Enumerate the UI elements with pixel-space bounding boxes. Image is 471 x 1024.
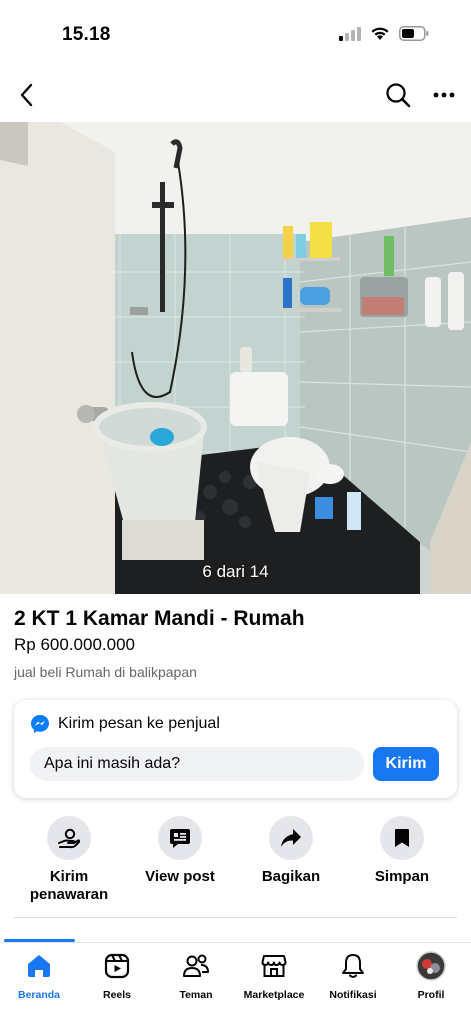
nav-bar [0, 72, 471, 118]
save-button[interactable]: Simpan [347, 816, 457, 886]
photo-counter: 6 dari 14 [202, 562, 269, 581]
messenger-icon [31, 715, 49, 733]
tab-reels[interactable]: Reels [78, 951, 156, 1001]
bathroom-photo-image [0, 122, 471, 594]
message-card-title: Kirim pesan ke penjual [58, 715, 220, 732]
friends-icon [181, 951, 211, 981]
listing-photo[interactable]: 6 dari 14 [0, 122, 471, 594]
send-offer-button[interactable]: Kirim penawaran [14, 816, 124, 904]
more-dots-icon [433, 92, 455, 98]
tab-label: Notifikasi [329, 989, 377, 1001]
action-circle [47, 816, 91, 860]
send-button[interactable]: Kirim [373, 747, 439, 781]
tab-label: Reels [102, 989, 132, 1001]
tab-label: Teman [179, 989, 213, 1001]
home-icon [24, 951, 54, 981]
tab-profile[interactable]: Profil [392, 951, 470, 1001]
listing-actions: Kirim penawaran View post Bagikan Simpan [0, 816, 471, 906]
section-divider [14, 917, 457, 918]
action-circle [380, 816, 424, 860]
tab-notifications[interactable]: Notifikasi [314, 951, 392, 1001]
listing-category[interactable]: jual beli Rumah di balikpapan [14, 664, 197, 680]
view-post-button[interactable]: View post [125, 816, 235, 886]
signal-icon [339, 26, 361, 46]
offer-hand-icon [58, 828, 81, 849]
marketplace-icon [259, 951, 289, 981]
profile-avatar [416, 951, 446, 981]
tab-home[interactable]: Beranda [0, 951, 78, 1001]
action-circle [158, 816, 202, 860]
message-input[interactable]: Apa ini masih ada? [30, 747, 364, 781]
status-time: 15.18 [62, 24, 111, 45]
bell-icon [338, 951, 368, 981]
message-seller-card: Kirim pesan ke penjual Apa ini masih ada… [14, 700, 457, 798]
tab-label: Marketplace [243, 989, 305, 1001]
chevron-left-icon [20, 83, 33, 107]
share-button[interactable]: Bagikan [236, 816, 346, 886]
tab-marketplace[interactable]: Marketplace [235, 951, 313, 1001]
search-icon [386, 83, 411, 108]
listing-title: 2 KT 1 Kamar Mandi - Rumah [14, 607, 305, 630]
action-label: Kirim penawaran [29, 868, 109, 903]
tab-friends[interactable]: Teman [157, 951, 235, 1001]
post-icon [170, 829, 190, 848]
status-icons [339, 26, 429, 46]
search-button[interactable] [383, 80, 413, 110]
battery-icon [399, 26, 429, 46]
tab-label: Beranda [17, 989, 60, 1001]
back-button[interactable] [12, 80, 42, 110]
action-circle [269, 816, 313, 860]
bottom-tab-bar: Beranda Reels Teman Marketplace Notifika… [0, 942, 471, 1024]
share-icon [281, 829, 301, 847]
more-options-button[interactable] [429, 80, 459, 110]
tab-label: Profil [417, 989, 445, 1001]
action-label: View post [145, 868, 215, 885]
listing-price: Rp 600.000.000 [14, 635, 135, 654]
reels-icon [102, 951, 132, 981]
wifi-icon [370, 26, 390, 46]
action-label: Simpan [374, 868, 430, 885]
message-card-header: Kirim pesan ke penjual [30, 714, 220, 734]
action-label: Bagikan [261, 868, 321, 885]
status-bar: 15.18 [0, 0, 471, 68]
bookmark-icon [395, 829, 409, 847]
